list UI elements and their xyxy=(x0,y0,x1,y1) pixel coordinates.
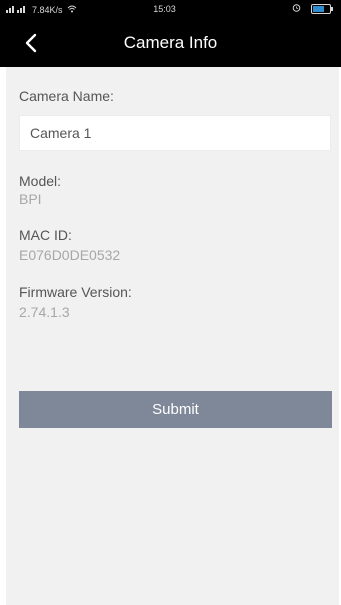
alarm-icon xyxy=(292,3,301,14)
mac-id-value: E076D0DE0532 xyxy=(19,247,121,263)
battery-icon xyxy=(311,3,333,14)
firmware-version-label: Firmware Version: xyxy=(19,284,132,300)
status-time: 15:03 xyxy=(153,4,176,14)
camera-name-label: Camera Name: xyxy=(19,88,114,104)
status-right xyxy=(292,3,333,14)
model-value: BPI xyxy=(19,191,42,207)
app-header: Camera Info xyxy=(0,20,341,67)
submit-button[interactable]: Submit xyxy=(19,391,332,428)
model-label: Model: xyxy=(19,173,62,189)
page-title: Camera Info xyxy=(123,33,218,52)
mac-id-label: MAC ID: xyxy=(19,227,72,243)
phone-screen: 7.84K/s 15:03 Camera Info Camera Name: C… xyxy=(0,0,341,605)
firmware-version-value: 2.74.1.3 xyxy=(19,304,70,320)
status-bar: 7.84K/s 15:03 xyxy=(0,0,341,20)
camera-name-input[interactable] xyxy=(19,115,331,151)
